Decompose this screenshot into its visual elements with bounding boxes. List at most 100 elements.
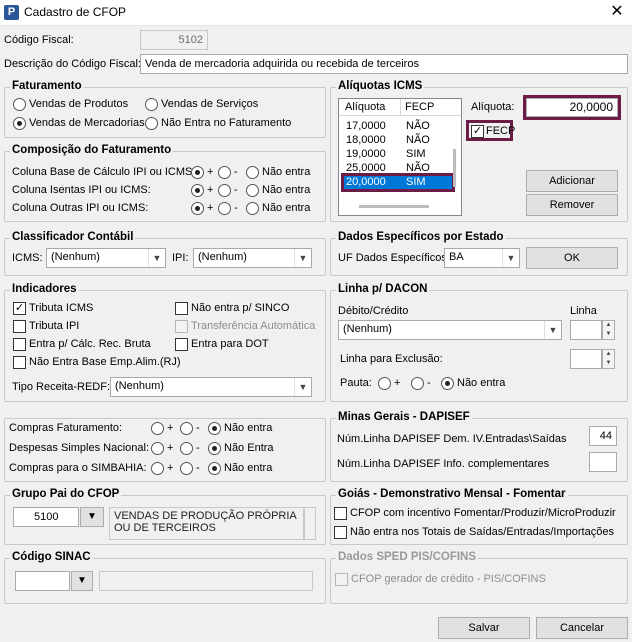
radio-isentas-none[interactable] (246, 184, 259, 197)
descricao-field[interactable]: Venda de mercadoria adquirida ou recebid… (140, 54, 628, 74)
list-hscrollbar[interactable] (359, 205, 429, 208)
col-aliquota-header[interactable]: Alíquota (345, 101, 385, 113)
radio-pauta-minus[interactable] (411, 377, 424, 390)
chevron-down-icon[interactable]: ▼ (294, 378, 311, 396)
sped-credito-checkbox (335, 573, 348, 586)
row-fecp: NÃO (406, 134, 430, 146)
list-item[interactable]: 17,0000 NÃO (344, 120, 454, 133)
ok-button[interactable]: OK (526, 247, 618, 269)
plus-label: + (207, 202, 214, 214)
radio-base-minus[interactable] (218, 166, 231, 179)
row-aliquota: 17,0000 (346, 120, 386, 132)
ipi-combo[interactable]: (Nenhum) ▼ (193, 248, 312, 268)
linha-spin-arrows-icon[interactable]: ▲ ▼ (602, 320, 615, 340)
radio-despesas-none[interactable] (208, 442, 221, 455)
list-item-selected[interactable]: 20,0000 SIM (341, 173, 455, 192)
adicionar-button[interactable]: Adicionar (526, 170, 618, 192)
radio-despesas-minus[interactable] (180, 442, 193, 455)
tributa-ipi-checkbox[interactable] (13, 320, 26, 333)
goias-title: Goiás - Demonstrativo Mensal - Fomentar (336, 488, 568, 500)
salvar-button[interactable]: Salvar (438, 617, 530, 639)
none-label: Não Entra (224, 442, 274, 454)
fecp-checkbox[interactable]: ✓ (471, 125, 484, 138)
radio-pauta-none[interactable] (441, 377, 454, 390)
radio-base-plus[interactable] (191, 166, 204, 179)
tributa-icms-checkbox[interactable]: ✓ (13, 302, 26, 315)
cancelar-button[interactable]: Cancelar (536, 617, 628, 639)
chevron-down-icon[interactable]: ▼ (544, 321, 561, 339)
tipo-receita-value: (Nenhum) (115, 380, 164, 392)
radio-outras-plus[interactable] (191, 202, 204, 215)
row-aliquota: 18,0000 (346, 134, 386, 146)
radio-simbahia-none[interactable] (208, 462, 221, 475)
radio-compras-plus[interactable] (151, 422, 164, 435)
compras-row-label: Despesas Simples Nacional: (9, 442, 150, 454)
list-item[interactable]: 18,0000 NÃO (344, 134, 454, 147)
grupo-pai-description: VENDAS DE PRODUÇÃO PRÓPRIA OU DE TERCEIR… (109, 507, 304, 540)
remover-button[interactable]: Remover (526, 194, 618, 216)
indicadores-title: Indicadores (10, 283, 79, 295)
radio-simbahia-minus[interactable] (180, 462, 193, 475)
list-item[interactable]: 25,0000 NÃO (344, 162, 454, 175)
col-fecp-header[interactable]: FECP (405, 101, 434, 113)
radio-simbahia-plus[interactable] (151, 462, 164, 475)
nao-entra-base-checkbox[interactable] (13, 356, 26, 369)
radio-compras-minus[interactable] (180, 422, 193, 435)
icms-combo[interactable]: (Nenhum) ▼ (46, 248, 166, 268)
aliquota-input[interactable]: 20,0000 (523, 95, 621, 120)
chevron-down-icon[interactable]: ▼ (148, 249, 165, 267)
linha-spin-input[interactable] (570, 320, 602, 340)
radio-outras-minus[interactable] (218, 202, 231, 215)
plus-label: + (167, 462, 174, 474)
row-fecp: NÃO (406, 120, 430, 132)
descricao-label: Descrição do Código Fiscal: (4, 58, 141, 70)
transferencia-label: Transferência Automática (191, 320, 316, 332)
radio-vendas-servicos[interactable] (145, 98, 158, 111)
minas-info-input[interactable] (589, 452, 617, 472)
entra-dot-checkbox[interactable] (175, 338, 188, 351)
grupo-pai-dropdown-button[interactable]: ▼ (80, 507, 104, 527)
exclusao-spin-arrows-icon[interactable]: ▲ ▼ (602, 349, 615, 369)
minas-group (330, 418, 628, 482)
exclusao-spin-input[interactable] (570, 349, 602, 369)
aliquotas-list-header: Alíquota FECP (339, 99, 461, 116)
composicao-row-label: Coluna Outras IPI ou ICMS: (12, 202, 149, 214)
minas-dem-input[interactable]: 44 (589, 426, 617, 446)
goias-incentivo-checkbox[interactable] (334, 507, 347, 520)
tipo-receita-combo[interactable]: (Nenhum) ▼ (110, 377, 312, 397)
tributa-ipi-label: Tributa IPI (29, 320, 80, 332)
chevron-down-icon[interactable]: ▼ (502, 249, 519, 267)
debito-combo[interactable]: (Nenhum) ▼ (338, 320, 562, 340)
chevron-down-icon: ▼ (77, 575, 87, 586)
radio-isentas-plus[interactable] (191, 184, 204, 197)
icms-value: (Nenhum) (51, 251, 100, 263)
aliquotas-list[interactable]: Alíquota FECP 17,0000 NÃO 18,0000 NÃO 19,0… (338, 98, 462, 216)
nao-entra-sinco-label: Não entra p/ SINCO (191, 302, 290, 314)
pauta-label: Pauta: (340, 377, 372, 389)
radio-isentas-minus[interactable] (218, 184, 231, 197)
list-item[interactable]: 19,0000 SIM (344, 148, 454, 161)
dacon-title: Linha p/ DACON (336, 283, 430, 295)
radio-vendas-produtos[interactable] (13, 98, 26, 111)
radio-nao-entra-faturamento[interactable] (145, 117, 158, 130)
radio-vendas-mercadorias[interactable] (13, 117, 26, 130)
grupo-pai-code-input[interactable]: 5100 (13, 507, 79, 527)
chevron-down-icon[interactable]: ▼ (294, 249, 311, 267)
goias-totais-checkbox[interactable] (334, 526, 347, 539)
list-scrollbar[interactable] (453, 149, 456, 187)
sinac-code-input[interactable] (15, 571, 70, 591)
sinac-dropdown-button[interactable]: ▼ (71, 571, 93, 591)
close-icon[interactable]: ✕ (606, 2, 628, 22)
radio-despesas-plus[interactable] (151, 442, 164, 455)
entra-calc-checkbox[interactable] (13, 338, 26, 351)
composicao-title: Composição do Faturamento (10, 144, 174, 156)
entra-dot-label: Entra para DOT (191, 338, 269, 350)
radio-base-none[interactable] (246, 166, 259, 179)
minus-label: - (196, 422, 200, 434)
description-scrollbar[interactable] (304, 507, 316, 540)
radio-pauta-plus[interactable] (378, 377, 391, 390)
nao-entra-sinco-checkbox[interactable] (175, 302, 188, 315)
radio-outras-none[interactable] (246, 202, 259, 215)
radio-compras-none[interactable] (208, 422, 221, 435)
uf-combo[interactable]: BA ▼ (444, 248, 520, 268)
